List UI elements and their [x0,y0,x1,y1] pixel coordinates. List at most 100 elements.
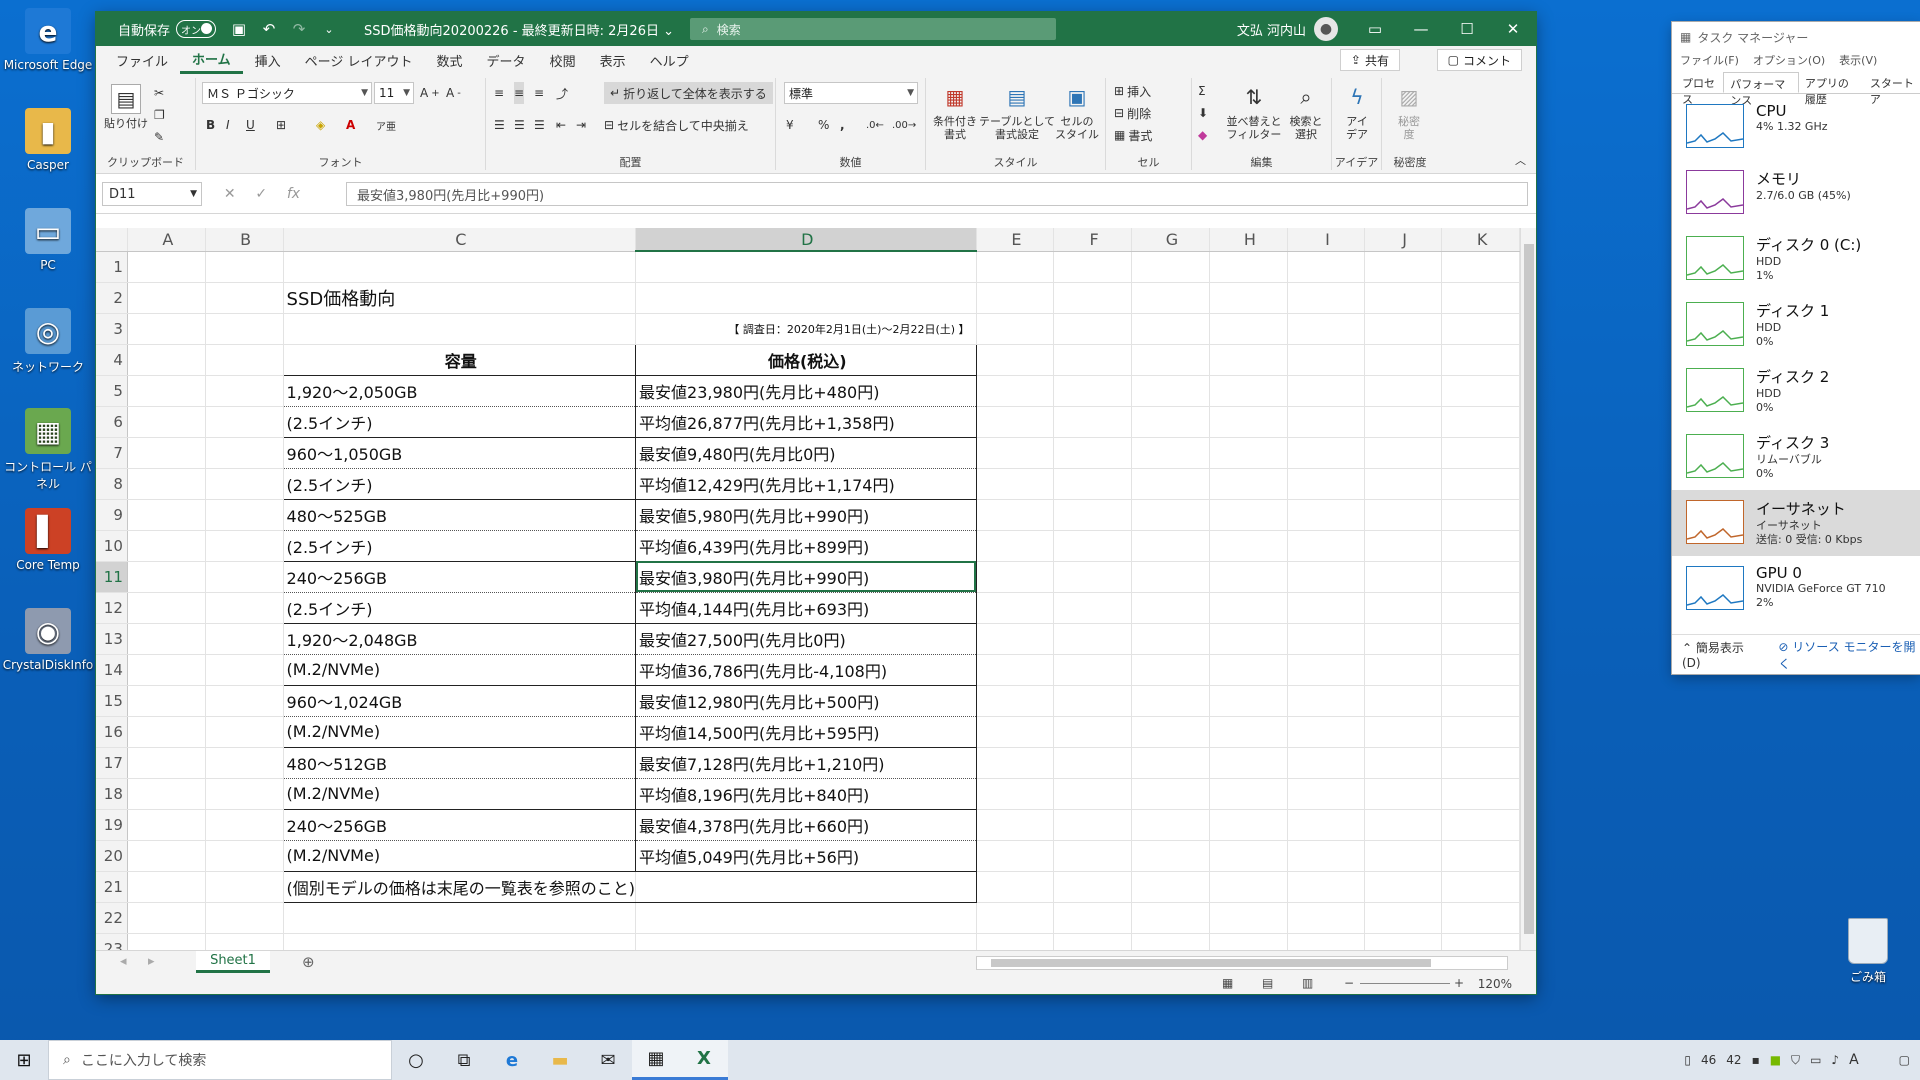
format-painter-icon[interactable]: ✎ [154,126,164,148]
cell[interactable] [1053,313,1132,345]
sheet-title-cell[interactable]: SSD価格動向 [283,282,637,314]
cell[interactable] [1209,716,1288,748]
tm-menu-item[interactable]: 表示(V) [1839,52,1877,72]
grow-font-icon[interactable]: A + [420,82,440,104]
row-header[interactable]: 16 [96,716,128,748]
cell[interactable] [127,902,206,934]
cell[interactable] [1209,251,1288,283]
cell[interactable] [976,251,1055,283]
cell[interactable] [1209,840,1288,872]
tab-scroll-left-icon[interactable]: ◂ [120,954,127,969]
cell[interactable] [1053,654,1132,686]
underline-button[interactable]: U [246,114,255,136]
cell[interactable] [976,282,1055,314]
cell[interactable] [1131,375,1210,407]
cell[interactable] [1053,561,1132,593]
cell[interactable] [1209,654,1288,686]
cell[interactable] [1441,902,1520,934]
horizontal-scrollbar[interactable] [976,956,1508,970]
cell[interactable] [205,623,284,655]
cell[interactable] [1053,344,1132,376]
shield-icon[interactable]: ⛉ [1791,1053,1800,1068]
cell[interactable] [1209,313,1288,345]
cell[interactable] [1209,902,1288,934]
shrink-font-icon[interactable]: A- [446,82,461,104]
row-header[interactable]: 19 [96,809,128,841]
cell[interactable] [1131,530,1210,562]
cell[interactable] [1364,313,1443,345]
simple-view-button[interactable]: ⌃ 簡易表示(D) [1682,639,1758,670]
cell[interactable] [1131,344,1210,376]
cell[interactable] [1209,778,1288,810]
cell[interactable] [976,313,1055,345]
cell[interactable] [1364,747,1443,779]
cell[interactable] [1209,623,1288,655]
cell[interactable] [127,282,206,314]
network-tray-icon[interactable]: ▭ [1810,1053,1821,1067]
font-color-icon[interactable]: A [346,114,355,136]
cell[interactable] [205,437,284,469]
font-name-combo[interactable]: ＭＳ Ｐゴシック ▼ [202,82,372,104]
resource-monitor-link[interactable]: ⊘ リソース モニターを開く [1778,638,1920,672]
cell[interactable] [1287,654,1366,686]
conditional-format-button[interactable]: ▦ 条件付き 書式 [930,82,980,142]
save-icon[interactable]: ▣ [224,14,254,44]
cell[interactable] [205,840,284,872]
cell[interactable] [1131,654,1210,686]
notification-icon[interactable]: ▢ [1899,1053,1910,1067]
cancel-icon[interactable]: ✕ [224,186,236,202]
tm-tab[interactable]: プロセス [1676,72,1723,106]
row-header[interactable]: 8 [96,468,128,500]
price-cell[interactable]: 最安値12,980円(先月比+500円) [635,685,977,717]
page-break-icon[interactable]: ▥ [1302,976,1313,990]
cell[interactable] [205,344,284,376]
merge-center-button[interactable]: ⊟ セルを結合して中央揃え [604,114,749,136]
cell[interactable] [635,933,977,950]
cell[interactable] [283,902,637,934]
cell[interactable] [127,468,206,500]
cell[interactable] [1209,530,1288,562]
cell[interactable] [1209,871,1288,903]
cell[interactable] [1441,871,1520,903]
cut-icon[interactable]: ✂ [154,82,164,104]
cell[interactable] [1287,499,1366,531]
cell[interactable] [205,902,284,934]
cell[interactable] [1131,716,1210,748]
cell[interactable] [205,499,284,531]
price-cell[interactable]: 最安値3,980円(先月比+990円) [635,561,977,593]
cell[interactable] [1364,375,1443,407]
cell[interactable] [1131,902,1210,934]
cell[interactable] [976,437,1055,469]
tray-app-icon[interactable]: ▪ [1752,1053,1760,1067]
tm-tab[interactable]: パフォーマンス [1723,72,1799,107]
price-cell[interactable]: 平均値26,877円(先月比+1,358円) [635,406,977,438]
capacity-cell[interactable]: 240～256GB [282,809,637,841]
cell[interactable] [1287,375,1366,407]
row-header[interactable]: 3 [96,313,128,345]
column-header[interactable]: F [1053,228,1132,252]
excel-taskbar-icon[interactable]: X [680,1040,728,1080]
cell[interactable] [1053,747,1132,779]
file-explorer-icon[interactable]: ▬ [536,1040,584,1080]
tab-scroll-right-icon[interactable]: ▸ [148,954,155,969]
ime-indicator[interactable]: A [1849,1052,1859,1068]
price-cell[interactable]: 最安値23,980円(先月比+480円) [635,375,977,407]
cell[interactable] [1441,530,1520,562]
cell[interactable] [1287,747,1366,779]
date-note-cell[interactable]: 【 調査日：2020年2月1日(土)～2月22日(土) 】 [635,313,977,345]
cell[interactable] [1364,716,1443,748]
cell[interactable] [1441,933,1520,950]
select-all-corner[interactable] [96,228,128,252]
desktop-icon[interactable]: ◉ CrystalDiskInfo [0,608,96,708]
format-cells-button[interactable]: ▦ 書式 [1114,124,1152,146]
fill-color-icon[interactable]: ◈ [316,114,325,136]
capacity-cell[interactable]: 240～256GB [282,561,637,593]
cell[interactable] [205,871,284,903]
row-header[interactable]: 5 [96,375,128,407]
usb-icon[interactable]: ▯ [1684,1053,1691,1067]
cell[interactable] [1364,437,1443,469]
cell[interactable] [1287,871,1366,903]
name-box[interactable]: D11 ▼ [102,182,202,206]
perf-item[interactable]: ディスク 3 リムーバブル 0% [1672,424,1920,490]
column-header[interactable]: H [1209,228,1288,252]
